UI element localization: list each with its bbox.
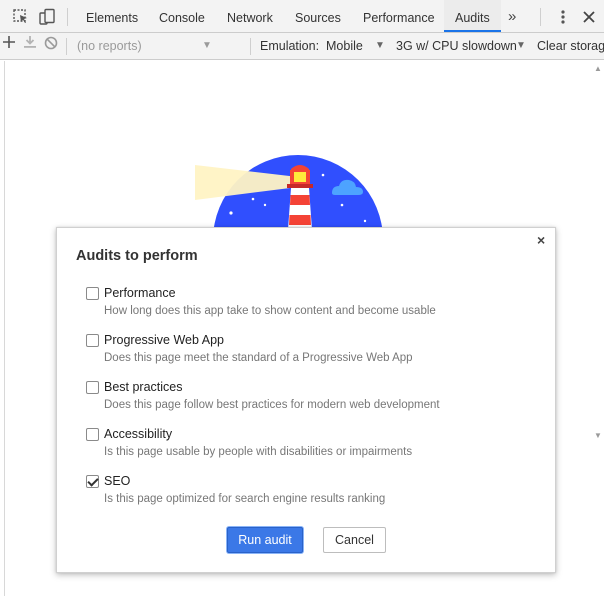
toolbar-divider [66,38,67,55]
devtools-tab-bar: Elements Console Network Sources Perform… [0,0,604,33]
tab-audits[interactable]: Audits [444,0,501,32]
download-report-icon[interactable] [21,36,42,54]
checkbox-icon[interactable] [86,381,99,394]
dropdown-caret-icon: ▼ [375,40,385,51]
toolbar-divider [250,38,251,55]
audit-name[interactable]: Best practices [104,380,183,394]
checkbox-icon[interactable] [86,475,99,488]
scroll-down-icon[interactable]: ▼ [594,431,602,440]
audit-description: Does this page meet the standard of a Pr… [104,352,413,364]
tab-performance[interactable]: Performance [354,0,444,32]
tab-network[interactable]: Network [218,0,282,32]
lighthouse-logo [195,155,390,230]
throttling-select[interactable]: 3G w/ CPU slowdown [396,33,517,59]
audits-dialog: Audits to perform × Performance How long… [56,227,556,573]
audits-toolbar: (no reports) ▼ Emulation: Mobile ▼ 3G w/… [0,33,604,60]
more-tabs-icon[interactable]: » [508,0,516,32]
inspect-element-icon[interactable] [12,8,30,26]
panel-divider [4,61,5,596]
audit-name[interactable]: SEO [104,474,130,488]
dropdown-caret-icon: ▼ [202,40,212,51]
clear-block-icon[interactable] [43,36,59,54]
tab-elements[interactable]: Elements [76,0,148,32]
new-audit-plus-icon[interactable] [0,36,21,54]
checkbox-icon[interactable] [86,334,99,347]
run-audit-button[interactable]: Run audit [227,527,303,553]
close-dialog-icon[interactable]: × [537,232,545,248]
reports-select[interactable]: (no reports) [77,33,142,59]
device-toolbar-icon[interactable] [38,8,56,26]
toolbar-divider [540,8,541,26]
scroll-up-icon[interactable]: ▲ [594,64,602,73]
cancel-button[interactable]: Cancel [323,527,386,553]
audit-description: Is this page optimized for search engine… [104,493,386,505]
tab-sources[interactable]: Sources [286,0,350,32]
kebab-menu-icon[interactable] [554,8,572,26]
checkbox-icon[interactable] [86,428,99,441]
checkbox-icon[interactable] [86,287,99,300]
emulation-select[interactable]: Mobile [326,33,363,59]
audit-name[interactable]: Accessibility [104,427,172,441]
toolbar-divider [67,8,68,26]
dialog-title: Audits to perform [76,248,198,264]
close-devtools-icon[interactable] [580,8,598,26]
audit-description: Is this page usable by people with disab… [104,446,413,458]
tab-console[interactable]: Console [150,0,214,32]
audit-description: Does this page follow best practices for… [104,399,440,411]
audit-name[interactable]: Performance [104,286,176,300]
clear-storage-checkbox-label[interactable]: Clear storage [537,33,604,59]
emulation-label: Emulation: [260,39,320,53]
audit-name[interactable]: Progressive Web App [104,333,224,347]
dropdown-caret-icon: ▼ [516,40,526,51]
audit-description: How long does this app take to show cont… [104,305,436,317]
